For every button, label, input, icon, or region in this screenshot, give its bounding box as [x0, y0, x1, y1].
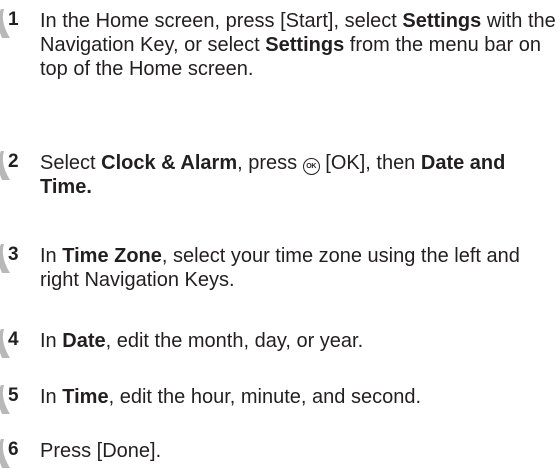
step-text: Select Clock & Alarm, press OK [OK], the…: [40, 151, 558, 199]
step-text: In Time, edit the hour, minute, and seco…: [40, 385, 558, 409]
text-run: , edit the hour, minute, and second.: [108, 386, 422, 408]
bold-term: Time: [62, 386, 109, 408]
step-number: 3: [8, 244, 19, 265]
text-run: , press: [237, 152, 303, 174]
bold-term: Settings: [402, 10, 482, 32]
step-number: 6: [8, 439, 19, 460]
bold-term: Date: [62, 330, 106, 352]
step-number-badge: 3: [0, 243, 30, 274]
text-run: In: [40, 386, 63, 408]
bold-term: Time Zone: [62, 245, 162, 267]
step-number: 5: [8, 385, 19, 406]
step-text: In Time Zone, select your time zone usin…: [40, 244, 558, 292]
step-text: In Date, edit the month, day, or year.: [40, 329, 558, 353]
step-number-badge: 2: [0, 150, 30, 181]
step-number-badge: 6: [0, 438, 30, 469]
ok-key-icon: OK: [302, 158, 320, 175]
text-run: In: [40, 330, 63, 352]
step-number-badge: 4: [0, 328, 30, 359]
step-number: 4: [8, 329, 19, 350]
step-number-badge: 1: [0, 8, 30, 39]
step-number: 2: [8, 151, 19, 172]
text-run: , edit the month, day, or year.: [105, 330, 364, 352]
bold-term: Settings: [265, 34, 345, 56]
step-text: In the Home screen, press [Start], selec…: [40, 9, 558, 81]
step-number-badge: 5: [0, 384, 30, 415]
text-run: Press [Done].: [40, 440, 162, 462]
text-run: Select: [40, 152, 102, 174]
step-number: 1: [8, 9, 19, 30]
step-text: Press [Done].: [40, 439, 558, 463]
text-run: In the Home screen, press [Start], selec…: [40, 10, 403, 32]
text-run: [OK], then: [319, 152, 421, 174]
bold-term: Clock & Alarm: [101, 152, 238, 174]
text-run: In: [40, 245, 63, 267]
